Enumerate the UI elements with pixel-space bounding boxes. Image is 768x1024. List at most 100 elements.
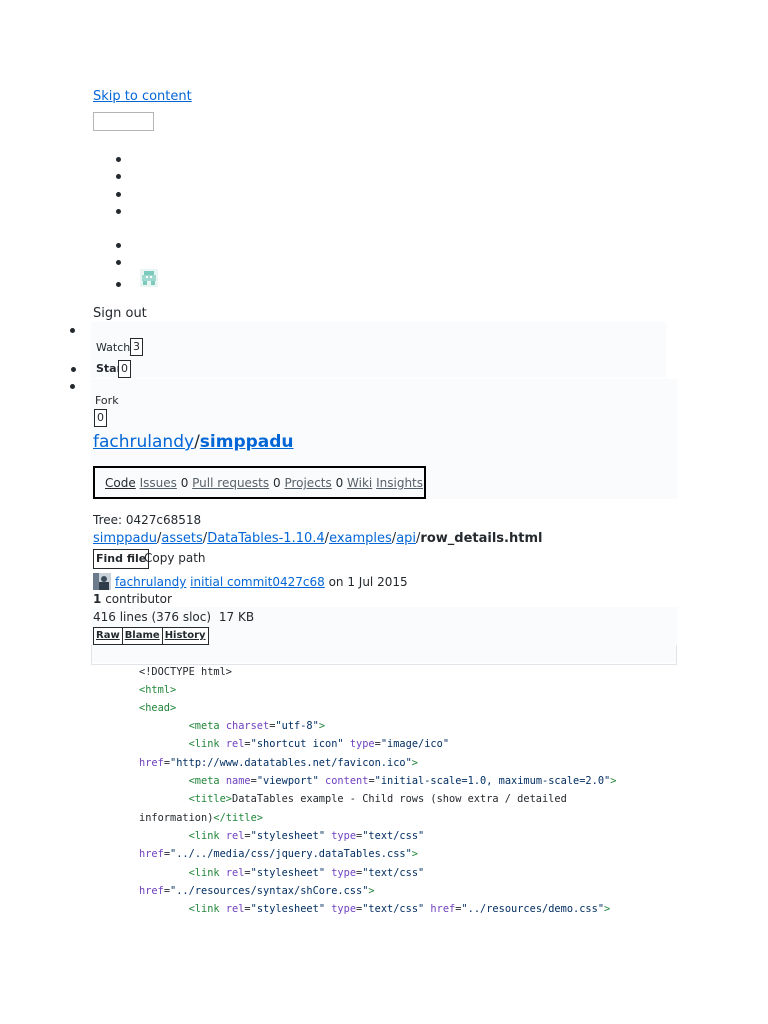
code-token: "text/css" — [362, 830, 425, 842]
code-token: type — [343, 738, 375, 750]
commit-sha-link[interactable]: 0427c68 — [272, 575, 324, 589]
code-token: <html> — [139, 684, 177, 696]
code-token: <link — [188, 738, 226, 750]
pulls-count: 0 — [272, 476, 281, 490]
file-action-buttons: Raw Blame History — [93, 627, 209, 645]
tab-projects[interactable]: Projects — [284, 476, 331, 490]
code-token: type — [325, 903, 357, 915]
code-token: "stylesheet" — [250, 903, 326, 915]
code-token: type — [325, 830, 357, 842]
code-token: <meta — [188, 775, 226, 787]
code-token: rel — [225, 867, 245, 879]
commit-message-link[interactable]: initial commit — [190, 575, 272, 589]
breadcrumb: simppadu/assets/DataTables-1.10.4/exampl… — [93, 531, 542, 546]
star-count[interactable]: 0 — [118, 360, 131, 378]
code-token: <head> — [139, 702, 177, 714]
watch-count[interactable]: 3 — [130, 338, 143, 356]
tab-issues[interactable]: Issues — [140, 476, 177, 490]
code-token: <meta — [188, 720, 226, 732]
code-token: <link — [188, 903, 226, 915]
code-line: href="../resources/syntax/shCore.css"> — [139, 884, 375, 898]
code-token: > — [610, 775, 617, 787]
repo-nav-tabs: Code Issues 0 Pull requests 0 Projects 0… — [93, 466, 426, 499]
nav-bullet — [116, 174, 121, 179]
nav-bullet — [116, 192, 121, 197]
code-token: charset — [225, 720, 270, 732]
code-token: <link — [188, 867, 226, 879]
code-token: href — [139, 757, 164, 769]
code-token: > — [604, 903, 611, 915]
breadcrumb-link[interactable]: simppadu — [93, 531, 157, 546]
code-frame — [91, 645, 677, 665]
code-token: rel — [225, 903, 245, 915]
contributors-summary[interactable]: 1 contributor — [93, 592, 172, 606]
find-file-button[interactable]: Find file — [93, 549, 150, 569]
tab-wiki[interactable]: Wiki — [347, 476, 372, 490]
copy-path-button[interactable]: Copy path — [144, 551, 206, 565]
skip-to-content-link[interactable]: Skip to content — [93, 89, 192, 104]
blame-button[interactable]: Blame — [122, 627, 163, 645]
code-line: <html> — [139, 683, 176, 697]
contributors-count: 1 — [93, 592, 102, 606]
history-button[interactable]: History — [162, 627, 209, 645]
raw-button[interactable]: Raw — [93, 627, 123, 645]
breadcrumb-link[interactable]: api — [396, 531, 416, 546]
repo-owner-link[interactable]: fachrulandy — [93, 432, 194, 452]
code-line: <link rel="stylesheet" type="text/css" h… — [139, 902, 611, 916]
code-token: rel — [225, 738, 245, 750]
code-token: > — [368, 885, 375, 897]
file-line-count: 416 lines (376 sloc) — [93, 610, 212, 624]
code-token: > — [318, 720, 326, 732]
tab-pull-requests[interactable]: Pull requests — [192, 476, 269, 490]
code-token: <!DOCTYPE html> — [139, 666, 232, 678]
tab-insights[interactable]: Insights — [376, 476, 423, 490]
search-input[interactable] — [93, 112, 154, 131]
code-token: "image/ico" — [380, 738, 450, 750]
nav-bullet — [116, 282, 121, 287]
code-token: href — [139, 848, 164, 860]
code-token: content — [318, 775, 369, 787]
code-token: "../resources/syntax/shCore.css" — [170, 885, 369, 897]
code-line: <meta name="viewport" content="initial-s… — [139, 774, 617, 788]
repo-name-link[interactable]: simppadu — [200, 432, 294, 452]
breadcrumb-link[interactable]: examples — [329, 531, 392, 546]
code-token: > — [411, 757, 418, 769]
fork-count[interactable]: 0 — [94, 409, 107, 427]
code-token: "stylesheet" — [250, 830, 326, 842]
sign-out-button[interactable]: Sign out — [93, 306, 147, 321]
code-line: href="../../media/css/jquery.dataTables.… — [139, 847, 418, 861]
user-avatar-icon[interactable] — [140, 269, 158, 287]
breadcrumb-link[interactable]: DataTables-1.10.4 — [207, 531, 324, 546]
commit-author-avatar[interactable] — [93, 573, 111, 590]
code-token: <link — [188, 830, 226, 842]
nav-bullet — [116, 243, 121, 248]
branch-tree-selector[interactable]: Tree: 0427c68518 — [93, 513, 201, 527]
watch-button[interactable]: Watch — [96, 341, 130, 354]
code-token: "text/css" — [362, 867, 425, 879]
code-token: "http://www.datatables.net/favicon.ico" — [170, 757, 412, 769]
code-token: href — [139, 885, 164, 897]
fork-button[interactable]: Fork — [95, 394, 119, 407]
repo-title: fachrulandy/simppadu — [93, 432, 294, 452]
code-token: "utf-8" — [275, 720, 319, 732]
tab-code[interactable]: Code — [105, 476, 136, 490]
nav-bullet — [116, 209, 121, 214]
breadcrumb-link[interactable]: assets — [161, 531, 202, 546]
commit-author-link[interactable]: fachrulandy — [115, 575, 186, 589]
last-commit: fachrulandy initial commit0427c68 on 1 J… — [115, 575, 408, 589]
code-line: <title>DataTables example - Child rows (… — [139, 792, 567, 806]
code-token: <title> — [188, 793, 233, 805]
code-line: <link rel="shortcut icon" type="image/ic… — [139, 737, 449, 751]
code-line: information)</title> — [139, 811, 263, 825]
code-token: "../../media/css/jquery.dataTables.css" — [170, 848, 412, 860]
projects-count: 0 — [335, 476, 344, 490]
code-token: information) — [139, 812, 214, 824]
code-token: "text/css" — [362, 903, 425, 915]
code-token: "initial-scale=1.0, maximum-scale=2.0" — [374, 775, 611, 787]
